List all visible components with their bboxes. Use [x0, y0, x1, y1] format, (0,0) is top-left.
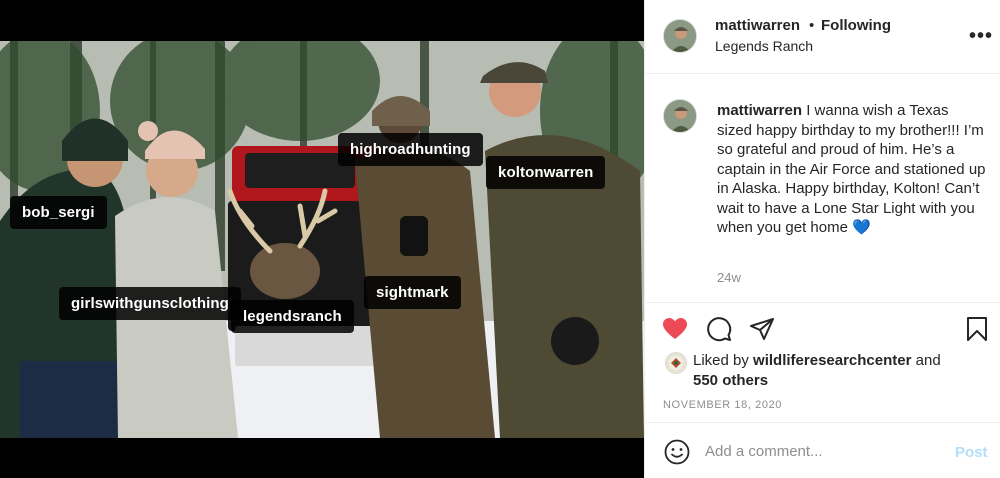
caption-text: I wanna wish a Texas sized happy birthda… [717, 102, 986, 236]
photo-tag-bob-sergi[interactable]: bob_sergi [10, 196, 107, 229]
post-sidebar: mattiwarren • Following Legends Ranch ••… [644, 0, 1000, 478]
likes-connector: and [911, 352, 941, 369]
comment-input[interactable] [705, 443, 925, 460]
separator-dot: • [809, 17, 815, 34]
add-comment-bar: Post [645, 422, 1000, 478]
heart-icon[interactable] [661, 315, 689, 343]
liker-username[interactable]: wildliferesearchcenter [753, 352, 911, 369]
likes-summary: Liked by wildliferesearchcenter and 550 … [693, 351, 993, 391]
liker-avatar[interactable] [665, 352, 687, 374]
photo-tag-sightmark[interactable]: sightmark [364, 276, 461, 309]
caption-age: 24w [717, 270, 741, 285]
more-horizontal-icon[interactable]: ••• [969, 25, 993, 48]
post-photo[interactable]: bob_sergi girlswithgunsclothing legendsr… [0, 41, 644, 438]
emoji-icon[interactable] [663, 438, 691, 466]
post-header: mattiwarren • Following Legends Ranch ••… [645, 0, 1000, 74]
blue-heart-emoji: 💙 [852, 219, 871, 236]
post-date[interactable]: NOVEMBER 18, 2020 [663, 399, 782, 411]
post-media: bob_sergi girlswithgunsclothing legendsr… [0, 0, 644, 478]
post-caption: mattiwarren I wanna wish a Texas sized h… [717, 101, 987, 238]
author-avatar[interactable] [663, 19, 697, 53]
following-button[interactable]: Following [821, 17, 891, 34]
post-actions: Liked by wildliferesearchcenter and 550 … [645, 302, 1000, 422]
comment-icon[interactable] [705, 315, 733, 343]
photo-tag-legendsranch[interactable]: legendsranch [231, 300, 354, 333]
caption-avatar[interactable] [663, 99, 697, 133]
author-username[interactable]: mattiwarren [715, 17, 800, 34]
likes-others-link[interactable]: 550 others [693, 372, 768, 389]
post-comment-button[interactable]: Post [955, 444, 988, 461]
photo-tag-highroadhunting[interactable]: highroadhunting [338, 133, 483, 166]
post-location[interactable]: Legends Ranch [715, 38, 813, 54]
photo-scene [0, 41, 644, 438]
share-icon[interactable] [748, 315, 776, 343]
bookmark-icon[interactable] [963, 315, 991, 343]
photo-tag-koltonwarren[interactable]: koltonwarren [486, 156, 606, 189]
likes-prefix: Liked by [693, 352, 754, 369]
caption-username[interactable]: mattiwarren [717, 102, 802, 119]
photo-tag-girlswithgunsclothing[interactable]: girlswithgunsclothing [59, 287, 241, 320]
